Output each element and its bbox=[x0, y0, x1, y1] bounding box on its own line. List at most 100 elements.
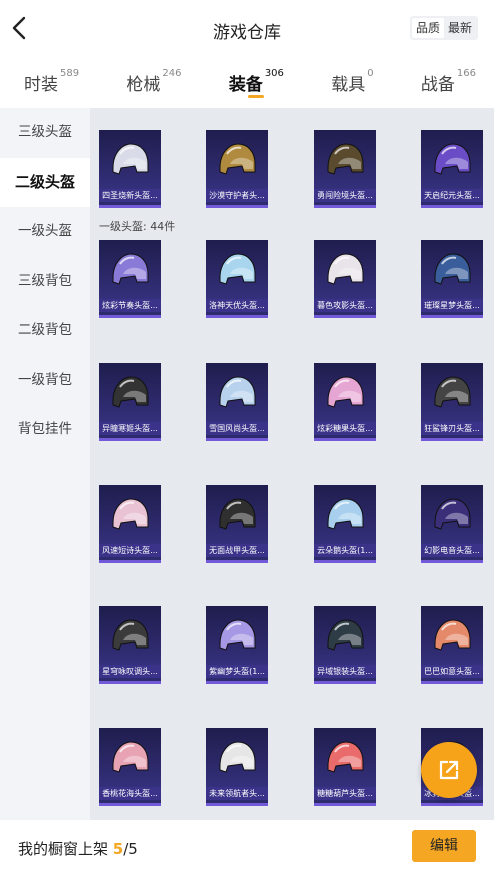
helmet-icon bbox=[434, 253, 471, 285]
item-card[interactable]: 四圣烧新头盔... bbox=[99, 130, 161, 208]
item-name: 雪国风尚头盔... bbox=[206, 422, 268, 435]
sort-quality-option[interactable]: 品质 bbox=[411, 18, 444, 38]
helmet-icon bbox=[219, 376, 256, 408]
helmet-icon bbox=[219, 741, 256, 773]
item-name: 异瞳寒姬头盔... bbox=[99, 422, 161, 435]
item-name: 洛神天优头盔... bbox=[206, 299, 268, 312]
item-card[interactable]: 幻影电音头盔... bbox=[421, 485, 483, 563]
item-name: 炫彩糖果头盔... bbox=[314, 422, 376, 435]
sort-latest-option[interactable]: 最新 bbox=[444, 18, 476, 38]
tab-equipment[interactable]: 装备306 bbox=[229, 58, 284, 106]
item-card[interactable]: 璀璨星梦头盔... bbox=[421, 240, 483, 318]
item-card[interactable]: 异瞳寒姬头盔... bbox=[99, 363, 161, 441]
item-card[interactable]: 风速短诗头盔... bbox=[99, 485, 161, 563]
sidebar-item-level3-backpack[interactable]: 三级背包 bbox=[0, 257, 90, 307]
helmet-icon bbox=[219, 143, 256, 175]
item-name: 未来领航者头... bbox=[206, 787, 268, 800]
sidebar-item-level2-backpack[interactable]: 二级背包 bbox=[0, 306, 90, 356]
tab-fashion[interactable]: 时装589 bbox=[24, 58, 79, 106]
sidebar-item-level1-helmet[interactable]: 一级头盔 bbox=[0, 207, 90, 257]
share-fab-button[interactable] bbox=[421, 742, 477, 798]
helmet-icon bbox=[219, 498, 256, 530]
item-name: 四圣烧新头盔... bbox=[99, 189, 161, 202]
item-name: 沙漠守护者头... bbox=[206, 189, 268, 202]
item-card[interactable]: 勇闯险境头盔... bbox=[314, 130, 376, 208]
item-card[interactable]: 紫幽梦头盔(1... bbox=[206, 606, 268, 684]
tab-supplies[interactable]: 战备166 bbox=[421, 58, 476, 106]
item-name: 璀璨星梦头盔... bbox=[421, 299, 483, 312]
item-name: 暮色攻影头盔... bbox=[314, 299, 376, 312]
edit-button[interactable]: 编辑 bbox=[412, 830, 476, 862]
helmet-icon bbox=[112, 253, 149, 285]
sidebar-item-level3-helmet[interactable]: 三级头盔 bbox=[0, 108, 90, 158]
item-card[interactable]: 炫彩糖果头盔... bbox=[314, 363, 376, 441]
item-card[interactable]: 巴巴如意头盔... bbox=[421, 606, 483, 684]
item-name: 糖糖葫芦头盔... bbox=[314, 787, 376, 800]
category-tabs: 时装589 枪械246 装备306 载具0 战备166 bbox=[0, 58, 494, 106]
helmet-icon bbox=[112, 143, 149, 175]
tab-vehicles[interactable]: 载具0 bbox=[331, 58, 373, 106]
item-card[interactable]: 炫彩节奏头盔... bbox=[99, 240, 161, 318]
helmet-icon bbox=[434, 498, 471, 530]
item-name: 巴巴如意头盔... bbox=[421, 665, 483, 678]
item-name: 星穹咏叹调头... bbox=[99, 665, 161, 678]
item-name: 紫幽梦头盔(1... bbox=[206, 665, 268, 678]
sidebar-item-backpack-charm[interactable]: 背包挂件 bbox=[0, 405, 90, 455]
item-name: 香桃花海头盔... bbox=[99, 787, 161, 800]
showcase-status: 我的橱窗上架 5/5 bbox=[18, 840, 138, 858]
active-tab-indicator bbox=[248, 95, 265, 98]
tab-count: 0 bbox=[367, 68, 374, 79]
item-name: 异域银装头盔... bbox=[314, 665, 376, 678]
item-card[interactable]: 洛神天优头盔... bbox=[206, 240, 268, 318]
item-card[interactable]: 异域银装头盔... bbox=[314, 606, 376, 684]
helmet-icon bbox=[327, 143, 364, 175]
item-card[interactable]: 糖糖葫芦头盔... bbox=[314, 728, 376, 806]
item-name: 炫彩节奏头盔... bbox=[99, 299, 161, 312]
item-name: 勇闯险境头盔... bbox=[314, 189, 376, 202]
external-link-icon bbox=[439, 760, 459, 780]
helmet-icon bbox=[219, 253, 256, 285]
showcase-count: 5 bbox=[112, 840, 124, 858]
top-bar: 游戏仓库 品质 最新 bbox=[0, 0, 494, 58]
item-card[interactable]: 无面战甲头盔... bbox=[206, 485, 268, 563]
helmet-icon bbox=[219, 619, 256, 651]
section-label: 一级头盔: 44件 bbox=[99, 220, 176, 233]
item-name: 云朵鹅头盔(1... bbox=[314, 544, 376, 557]
bottom-bar: 我的橱窗上架 5/5 编辑 bbox=[0, 820, 494, 875]
tab-count: 306 bbox=[264, 68, 284, 79]
item-card[interactable]: 雪国风尚头盔... bbox=[206, 363, 268, 441]
item-name: 天启纪元头盔... bbox=[421, 189, 483, 202]
helmet-icon bbox=[112, 619, 149, 651]
item-card[interactable]: 沙漠守护者头... bbox=[206, 130, 268, 208]
tab-count: 589 bbox=[60, 68, 80, 79]
item-name: 狂鲨锋刃头盔... bbox=[421, 422, 483, 435]
item-card[interactable]: 香桃花海头盔... bbox=[99, 728, 161, 806]
item-name: 风速短诗头盔... bbox=[99, 544, 161, 557]
item-card[interactable]: 星穹咏叹调头... bbox=[99, 606, 161, 684]
helmet-icon bbox=[434, 376, 471, 408]
tab-count: 166 bbox=[456, 68, 476, 79]
helmet-icon bbox=[112, 498, 149, 530]
helmet-icon bbox=[327, 376, 364, 408]
helmet-icon bbox=[112, 741, 149, 773]
helmet-icon bbox=[327, 498, 364, 530]
item-card[interactable]: 狂鲨锋刃头盔... bbox=[421, 363, 483, 441]
item-card[interactable]: 天启纪元头盔... bbox=[421, 130, 483, 208]
tab-count: 246 bbox=[162, 68, 182, 79]
helmet-icon bbox=[434, 143, 471, 175]
item-card[interactable]: 未来领航者头... bbox=[206, 728, 268, 806]
helmet-icon bbox=[434, 619, 471, 651]
subcategory-sidebar: 三级头盔 二级头盔 一级头盔 三级背包 二级背包 一级背包 背包挂件 bbox=[0, 108, 90, 820]
sidebar-item-level1-backpack[interactable]: 一级背包 bbox=[0, 356, 90, 406]
helmet-icon bbox=[327, 619, 364, 651]
item-name: 幻影电音头盔... bbox=[421, 544, 483, 557]
tab-guns[interactable]: 枪械246 bbox=[126, 58, 181, 106]
item-name: 无面战甲头盔... bbox=[206, 544, 268, 557]
sidebar-item-level2-helmet[interactable]: 二级头盔 bbox=[0, 157, 90, 207]
helmet-icon bbox=[112, 376, 149, 408]
item-grid: 一级头盔: 44件 四圣烧新头盔... 沙漠守护者头... 勇闯险境头盔... 天启纪… bbox=[90, 108, 494, 820]
helmet-icon bbox=[327, 741, 364, 773]
item-card[interactable]: 云朵鹅头盔(1... bbox=[314, 485, 376, 563]
sort-toggle[interactable]: 品质 最新 bbox=[409, 16, 478, 40]
item-card[interactable]: 暮色攻影头盔... bbox=[314, 240, 376, 318]
